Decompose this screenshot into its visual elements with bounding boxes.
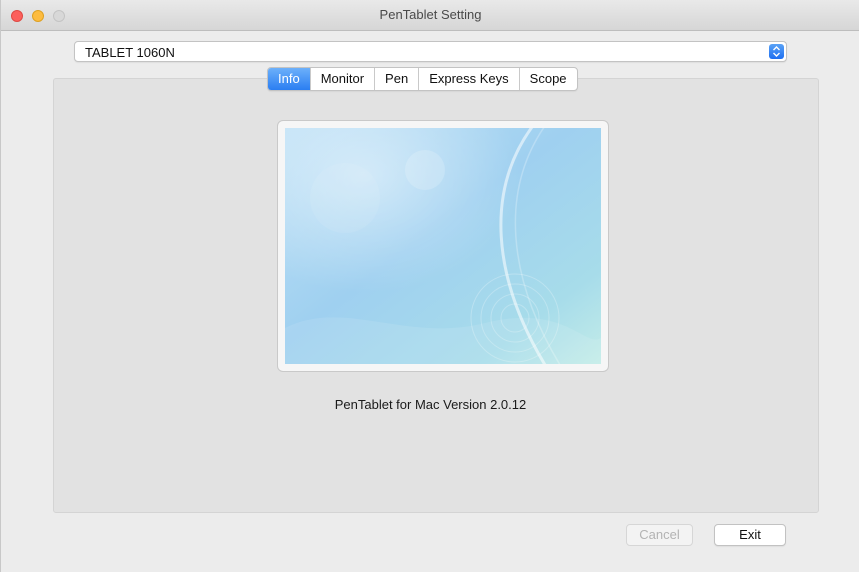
tablet-model-value: TABLET 1060N [85,45,175,60]
tab-info[interactable]: Info [268,68,311,90]
exit-button[interactable]: Exit [714,524,786,546]
product-image-frame [277,120,609,372]
window-title: PenTablet Setting [379,7,482,22]
cancel-button[interactable]: Cancel [626,524,693,546]
tab-express-keys[interactable]: Express Keys [419,68,520,90]
tablet-model-select[interactable]: TABLET 1060N [74,41,787,62]
title-bar[interactable]: PenTablet Setting [1,0,859,31]
select-stepper-icon[interactable] [769,44,784,59]
tab-scope[interactable]: Scope [520,68,577,90]
version-text: PenTablet for Mac Version 2.0.12 [334,397,527,412]
pentablet-setting-window: PenTablet Setting TABLET 1060N Info Moni… [0,0,859,572]
product-image [285,128,601,364]
settings-tabs: Info Monitor Pen Express Keys Scope [267,67,578,91]
tab-monitor[interactable]: Monitor [311,68,376,90]
tab-pen[interactable]: Pen [375,68,420,90]
